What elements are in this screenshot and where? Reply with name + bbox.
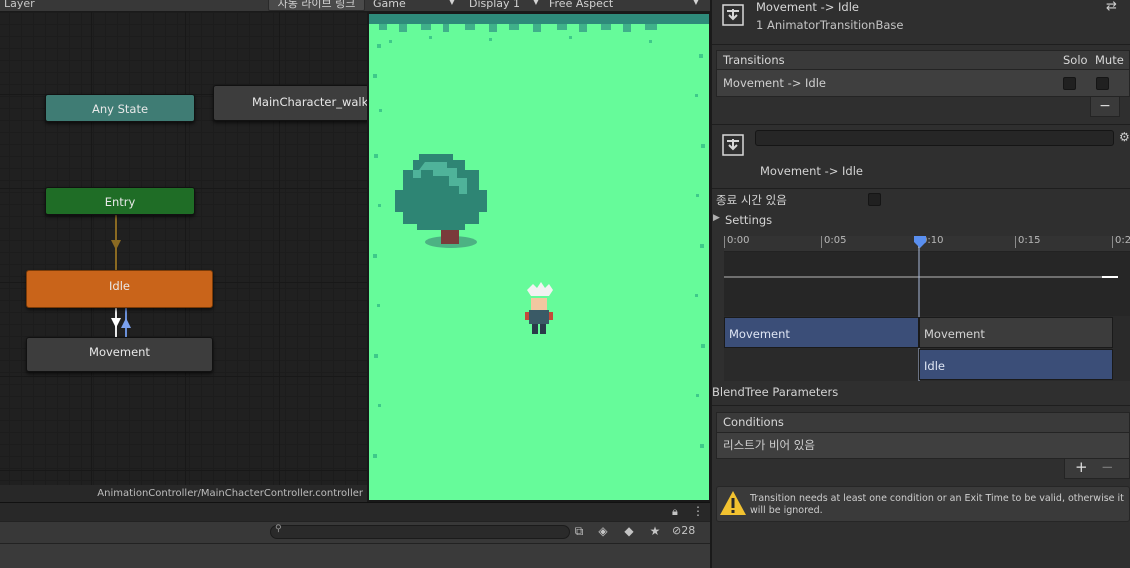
transition-icon xyxy=(722,134,744,156)
preset-sliders-icon[interactable]: ⇄ xyxy=(1106,0,1117,14)
transitions-header: Transitions Solo Mute xyxy=(716,50,1130,70)
state-movement[interactable]: Movement xyxy=(26,337,213,372)
conditions-empty-text: 리스트가 비어 있음 xyxy=(723,438,815,452)
transition-name-field[interactable] xyxy=(755,130,1114,146)
chevron-down-icon: ▼ xyxy=(448,0,455,6)
character-leg-right xyxy=(540,324,546,334)
chevron-down-icon: ▼ xyxy=(692,0,699,6)
warning-icon xyxy=(720,491,746,515)
grass-background xyxy=(369,14,709,500)
gear-icon[interactable]: ⚙ xyxy=(1119,130,1130,144)
idle-arrowhead xyxy=(111,318,121,328)
state-maincharacter-walk[interactable]: MainCharacter_walk xyxy=(213,85,367,121)
hidden-packages-toggle[interactable]: ⊘28 xyxy=(672,524,695,537)
lock-icon[interactable]: 🔒︎ xyxy=(672,505,678,519)
hidden-count: 28 xyxy=(681,524,696,537)
character-face xyxy=(531,298,547,310)
label-tag-icon[interactable]: ◆ xyxy=(620,523,638,540)
warning-helpbox: Transition needs at least one condition … xyxy=(716,486,1130,522)
inspector-subtitle: 1 AnimatorTransitionBase xyxy=(756,18,904,32)
character-arm-left xyxy=(525,312,529,320)
source-clip[interactable]: Movement xyxy=(724,317,919,348)
grass-edge-top xyxy=(369,14,709,24)
playhead-marker-icon[interactable] xyxy=(912,236,928,248)
has-exit-time-label: 종료 시간 있음 xyxy=(716,193,787,207)
transition-label: Movement -> Idle xyxy=(760,164,863,178)
display-label: Display 1 xyxy=(469,0,521,10)
conditions-label: Conditions xyxy=(723,415,784,429)
aspect-select[interactable]: Free Aspect ▼ xyxy=(549,0,701,11)
transitions-label: Transitions xyxy=(723,53,785,67)
controller-path: AnimationController/MainChacterControlle… xyxy=(0,485,367,502)
solo-checkbox[interactable] xyxy=(1063,77,1076,90)
inspector-divider xyxy=(712,405,1130,406)
state-idle[interactable]: Idle xyxy=(26,270,213,308)
character-leg-left xyxy=(532,324,538,334)
game-tab-select[interactable]: Game ▼ xyxy=(373,0,457,11)
project-header: 🔒︎ ⋮ xyxy=(0,502,710,521)
state-any-state[interactable]: Any State xyxy=(45,94,195,122)
entry-arrowhead xyxy=(111,240,121,250)
project-search-input[interactable]: ⚲ xyxy=(270,524,570,539)
filter-type-icon[interactable]: ◈ xyxy=(594,523,612,540)
search-by-type-icon[interactable]: ⧉ xyxy=(570,523,588,540)
has-exit-time-checkbox[interactable] xyxy=(868,193,881,206)
animator-graph[interactable]: Layer 자동 라이브 링크 Any State MainCharacter_… xyxy=(0,0,367,502)
chevron-down-icon: ▼ xyxy=(532,0,539,6)
inspector-divider xyxy=(712,44,1130,45)
state-entry[interactable]: Entry xyxy=(45,187,195,215)
conditions-list: 리스트가 비어 있음 xyxy=(716,433,1130,459)
inspector-divider xyxy=(712,124,1130,125)
character-arm-right xyxy=(549,312,553,320)
source-clip-continued[interactable]: Movement xyxy=(919,317,1113,348)
project-content xyxy=(0,543,710,568)
settings-foldout-arrow-icon[interactable]: ▶ xyxy=(713,213,720,223)
transition-item-label: Movement -> Idle xyxy=(723,76,826,90)
game-tab-label: Game xyxy=(373,0,406,10)
blendtree-parameters-label: BlendTree Parameters xyxy=(712,385,839,399)
game-toolbar: Game ▼ Display 1 ▼ Free Aspect ▼ xyxy=(367,0,710,12)
kebab-menu-icon[interactable]: ⋮ xyxy=(692,504,704,518)
favorite-star-icon[interactable]: ★ xyxy=(646,523,664,540)
game-canvas[interactable] xyxy=(369,14,709,500)
conditions-header: Conditions xyxy=(716,412,1130,433)
settings-foldout-label[interactable]: Settings xyxy=(725,213,772,227)
inspector-divider xyxy=(712,188,1130,189)
mute-checkbox[interactable] xyxy=(1096,77,1109,90)
eye-slash-icon: ⊘ xyxy=(672,524,682,537)
movement-arrowhead xyxy=(121,318,131,328)
character-body xyxy=(529,310,549,324)
transition-list-item[interactable]: Movement -> Idle xyxy=(716,70,1130,97)
mute-column-label: Mute xyxy=(1095,53,1124,67)
transition-arrows xyxy=(111,215,131,337)
display-select[interactable]: Display 1 ▼ xyxy=(469,0,541,11)
remove-transition-button[interactable]: − xyxy=(1090,97,1120,117)
add-condition-button[interactable]: + xyxy=(1075,458,1088,476)
solo-column-label: Solo xyxy=(1063,53,1088,67)
search-icon: ⚲ xyxy=(275,524,282,534)
remove-condition-button[interactable]: − xyxy=(1101,458,1114,476)
destination-clip[interactable]: Idle xyxy=(919,349,1113,380)
aspect-label: Free Aspect xyxy=(549,0,614,10)
inspector-title: Movement -> Idle xyxy=(756,0,859,14)
transition-icon xyxy=(722,4,744,26)
warning-text: Transition needs at least one condition … xyxy=(750,493,1124,516)
conditions-footer: + − xyxy=(1064,458,1130,479)
